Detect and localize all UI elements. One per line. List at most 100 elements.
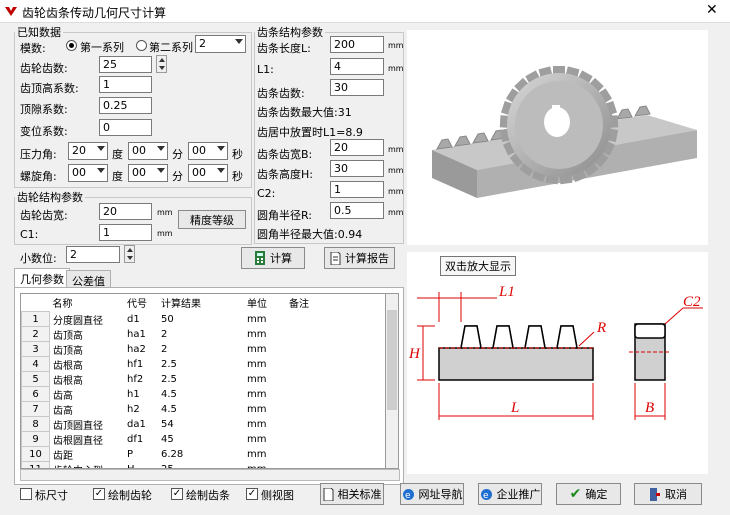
- row-number: 8: [21, 416, 50, 432]
- gear-rack-3d-image: [432, 66, 697, 198]
- series1-radio[interactable]: [66, 40, 77, 51]
- row-number: 11: [21, 461, 50, 468]
- tab-tolerance[interactable]: 公差值: [66, 270, 111, 288]
- series2-radio[interactable]: [136, 40, 147, 51]
- cancel-button[interactable]: 取消: [634, 483, 702, 505]
- rack-radius-input[interactable]: 0.5: [330, 202, 384, 219]
- close-icon[interactable]: ✕: [706, 2, 718, 18]
- window-title: 齿轮齿条传动几何尺寸计算: [22, 6, 167, 20]
- row-name: 齿顶圆直径: [53, 420, 103, 432]
- gear-width-input[interactable]: 20: [99, 203, 152, 220]
- dim-checkbox[interactable]: [20, 488, 32, 500]
- decimals-spinner[interactable]: [124, 245, 135, 263]
- row-code: hf1: [127, 358, 144, 370]
- pressure-deg-select[interactable]: 20: [68, 142, 108, 160]
- table-row[interactable]: 2 齿顶高 ha1 2 mm: [21, 326, 353, 342]
- pressure-sec-select[interactable]: 00: [188, 142, 228, 160]
- tab-geometry[interactable]: 几何参数: [14, 268, 70, 288]
- row-result: 45: [161, 433, 174, 445]
- rack-2d-drawing[interactable]: L1 H R L C2 B: [407, 252, 708, 474]
- sec-label: 秒: [232, 148, 243, 161]
- row-result: 54: [161, 418, 174, 430]
- gear-struct-title: 齿轮结构参数: [17, 191, 83, 204]
- rack-checkbox-label: 绘制齿条: [186, 489, 230, 502]
- table-row[interactable]: 8 齿顶圆直径 da1 54 mm: [21, 416, 353, 432]
- rack-struct-title: 齿条结构参数: [257, 26, 323, 39]
- gear-3d-view[interactable]: [407, 30, 708, 245]
- cancel-button-label: 取消: [665, 488, 687, 501]
- row-code: h1: [127, 388, 140, 400]
- module-select[interactable]: 2: [195, 35, 246, 53]
- unit-mm: mm: [388, 145, 404, 154]
- ok-button[interactable]: ✔ 确定: [556, 483, 621, 505]
- helix-deg-select[interactable]: 00: [68, 164, 108, 182]
- addendum-input[interactable]: 1: [99, 76, 152, 93]
- row-name: 齿顶高: [53, 345, 83, 357]
- standard-button[interactable]: 相关标准: [320, 483, 384, 505]
- rack-c2-input[interactable]: 1: [330, 181, 384, 198]
- table-row[interactable]: 1 分度圆直径 d1 50 mm: [21, 311, 353, 327]
- helix-sec-select[interactable]: 00: [188, 164, 228, 182]
- rack-center-l1: 齿居中放置时L1=8.9: [257, 126, 363, 139]
- table-row[interactable]: 11齿轮中心到...H 25 mm: [21, 461, 353, 469]
- row-name: 齿距: [53, 450, 73, 462]
- rack-teeth-input[interactable]: 30: [330, 79, 384, 96]
- ok-button-label: 确定: [585, 488, 608, 501]
- row-number: 1: [21, 311, 50, 327]
- rack-height-input[interactable]: 30: [330, 160, 384, 177]
- report-button[interactable]: 计算报告: [324, 247, 395, 269]
- gear-checkbox[interactable]: ✓: [93, 488, 105, 500]
- tooltip: 双击放大显示: [440, 256, 516, 276]
- table-row[interactable]: 5 齿根高 hf2 2.5 mm: [21, 371, 353, 387]
- row-result: 6.28: [161, 448, 184, 460]
- rack-l1-input[interactable]: 4: [330, 58, 384, 75]
- calc-button[interactable]: 计算: [241, 247, 305, 269]
- dim-h: H: [408, 346, 421, 362]
- col-note-header: 备注: [289, 299, 309, 311]
- results-table[interactable]: 名称 代号 计算结果 单位 备注 1 分度圆直径 d1 50 mm 2 齿顶高 ha1 2 mm 3…: [20, 293, 386, 469]
- col-unit-header: 单位: [247, 299, 267, 311]
- teeth-input[interactable]: 25: [99, 56, 152, 73]
- promo-button[interactable]: e 企业推广: [478, 483, 542, 505]
- scroll-thumb[interactable]: [387, 310, 397, 410]
- min-label-2: 分: [172, 170, 183, 183]
- table-row[interactable]: 4 齿根高 hf1 2.5 mm: [21, 356, 353, 372]
- rack-width-input[interactable]: 20: [330, 139, 384, 156]
- pressure-min-select[interactable]: 00: [128, 142, 168, 160]
- helix-min-select[interactable]: 00: [128, 164, 168, 182]
- decimals-input[interactable]: 2: [66, 246, 120, 263]
- row-unit: mm: [247, 388, 267, 400]
- row-number: 5: [21, 371, 50, 387]
- row-note: [286, 462, 352, 469]
- row-result: 2.5: [161, 373, 177, 385]
- table-vertical-scrollbar[interactable]: [385, 293, 399, 469]
- rack-height-label: 齿条高度H:: [257, 168, 313, 181]
- row-note: [286, 312, 352, 327]
- table-horizontal-scrollbar[interactable]: [20, 469, 400, 481]
- rack-max-radius: 圆角半径最大值:0.94: [257, 228, 363, 241]
- row-code: hf2: [127, 373, 144, 385]
- row-code: ha1: [127, 328, 146, 340]
- rack-l1-label: L1:: [257, 63, 274, 76]
- table-row[interactable]: 10 齿距 P 6.28 mm: [21, 446, 353, 462]
- table-row[interactable]: 9 齿根圆直径 df1 45 mm: [21, 431, 353, 447]
- table-row[interactable]: 3 齿顶高 ha2 2 mm: [21, 341, 353, 357]
- unit-mm: mm: [157, 208, 173, 217]
- shift-input[interactable]: 0: [99, 119, 152, 136]
- calc-button-label: 计算: [270, 252, 292, 265]
- nav-button[interactable]: e 网址导航: [400, 483, 464, 505]
- side-view-checkbox[interactable]: ✓: [246, 488, 258, 500]
- clearance-input[interactable]: 0.25: [99, 97, 152, 114]
- precision-button[interactable]: 精度等级: [178, 210, 246, 229]
- rack-checkbox[interactable]: ✓: [171, 488, 183, 500]
- teeth-spinner[interactable]: [156, 55, 167, 73]
- table-row[interactable]: 7 齿高 h2 4.5 mm: [21, 401, 353, 417]
- rack-length-input[interactable]: 200: [330, 36, 384, 53]
- pressure-label: 压力角:: [20, 148, 57, 161]
- table-row[interactable]: 6 齿高 h1 4.5 mm: [21, 386, 353, 402]
- unit-mm: mm: [388, 41, 404, 50]
- gear-c1-input[interactable]: 1: [99, 224, 152, 241]
- table-header-row: 名称 代号 计算结果 单位 备注: [22, 294, 353, 312]
- deg-label-2: 度: [112, 170, 123, 183]
- col-name-header: 名称: [52, 299, 73, 311]
